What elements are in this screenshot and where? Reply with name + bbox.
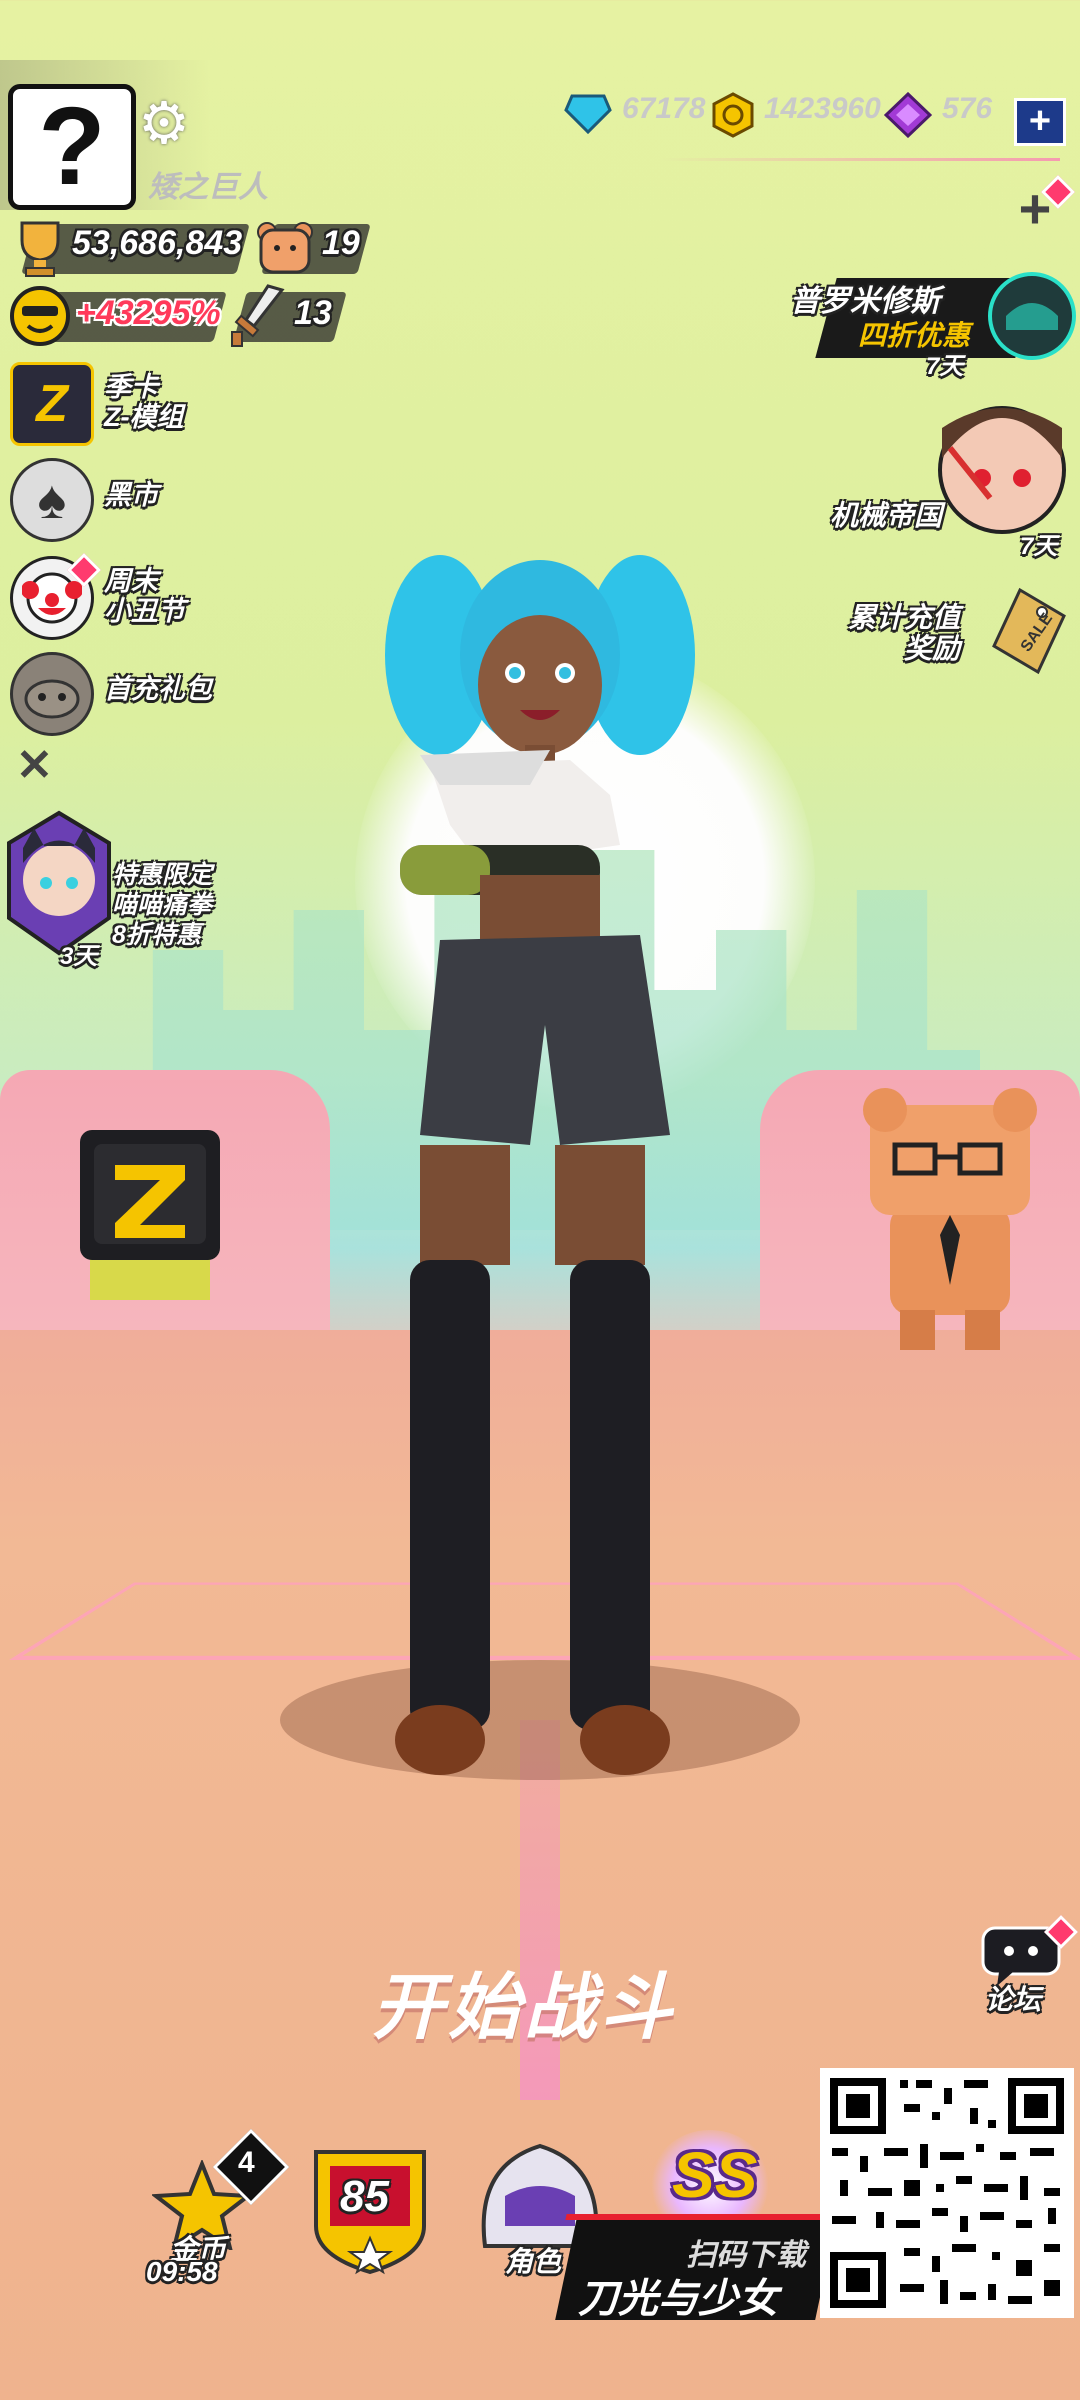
level-badge-button[interactable]: 85 (310, 2146, 430, 2276)
promo-text: 特惠限定 喵喵痛拳 8折特惠 (112, 861, 213, 949)
promo-machine-empire[interactable]: 机械帝国 7天 (820, 388, 1075, 560)
qr-code[interactable] (820, 2068, 1074, 2318)
username: 矮之巨人 (148, 171, 268, 204)
crystal-count: 576 (942, 92, 993, 125)
bonus-percent: +43295% (76, 294, 221, 332)
season-card-icon: Z (10, 362, 94, 446)
menu-season-card[interactable]: Z 季卡 Z-模组 (10, 362, 240, 446)
rank-label: SS (672, 2139, 758, 2211)
promo-days: 3天 (60, 943, 98, 970)
season-card-label: 季卡 Z-模组 (104, 372, 184, 432)
prometheus-helmet-icon (988, 272, 1076, 360)
gem-icon (564, 94, 612, 139)
add-currency-button[interactable]: + (1014, 98, 1066, 146)
spade-icon: ♠ (10, 458, 94, 542)
promo-character-icon (7, 810, 111, 956)
z-module-prop[interactable] (70, 1130, 230, 1310)
machine-empire-label: 机械帝国 (830, 500, 943, 531)
menu-clown-festival[interactable]: 周末 小丑节 (10, 553, 240, 640)
character-label: 角色 (505, 2246, 562, 2277)
resource-divider (660, 158, 1060, 161)
bear-mascot[interactable] (840, 1085, 1060, 1355)
crystal-icon (883, 91, 933, 143)
sword-icon (228, 282, 288, 348)
gear-icon[interactable]: ⚙ (132, 92, 196, 156)
sword-count: 13 (294, 294, 332, 332)
trophy-icon (12, 218, 68, 278)
coin-count: 1423960 (764, 92, 881, 125)
coin-badge-count: 4 (238, 2146, 255, 2179)
bear-count: 19 (322, 224, 360, 262)
prometheus-days: 7天 (926, 353, 964, 380)
forum-label: 论坛 (985, 1984, 1042, 2015)
download-line2: 刀光与少女 (578, 2277, 778, 2321)
gem-count: 67178 (622, 92, 706, 125)
money-bag-icon (10, 652, 94, 736)
player-character[interactable] (380, 545, 700, 1785)
black-market-label: 黑市 (104, 480, 158, 510)
close-icon[interactable]: ✕ (16, 744, 56, 788)
smiley-icon (8, 284, 72, 348)
bear-icon (255, 218, 315, 278)
first-recharge-label: 首充礼包 (104, 674, 212, 704)
clown-festival-label: 周末 小丑节 (104, 566, 185, 626)
avatar[interactable]: ? (8, 84, 136, 210)
promo-prometheus[interactable]: 普罗米修斯 四折优惠 7天 (790, 270, 1076, 380)
promo-cat-fist[interactable]: 特惠限定 喵喵痛拳 8折特惠 3天 (4, 808, 234, 970)
coin-reward-button[interactable]: 4 金币 09:58 (140, 2128, 290, 2287)
level-number: 85 (340, 2172, 389, 2221)
prometheus-title: 普罗米修斯 (790, 285, 940, 318)
promo-cumulative-recharge[interactable]: 累计充值 奖励 SALE (840, 586, 1072, 678)
download-banner-stripe (565, 2214, 823, 2220)
coin-timer: 09:58 (146, 2256, 218, 2287)
forum-button[interactable]: 论坛 (975, 1915, 1078, 2015)
start-battle-button[interactable]: 开始战斗 (372, 1948, 712, 2053)
menu-first-recharge[interactable]: 首充礼包 (10, 652, 240, 736)
menu-black-market[interactable]: ♠ 黑市 (10, 458, 240, 542)
recharge-label: 累计充值 奖励 (848, 602, 961, 664)
trophy-count: 53,686,843 (72, 224, 243, 262)
machine-empire-days: 7天 (1020, 533, 1058, 560)
coin-icon (710, 92, 756, 143)
